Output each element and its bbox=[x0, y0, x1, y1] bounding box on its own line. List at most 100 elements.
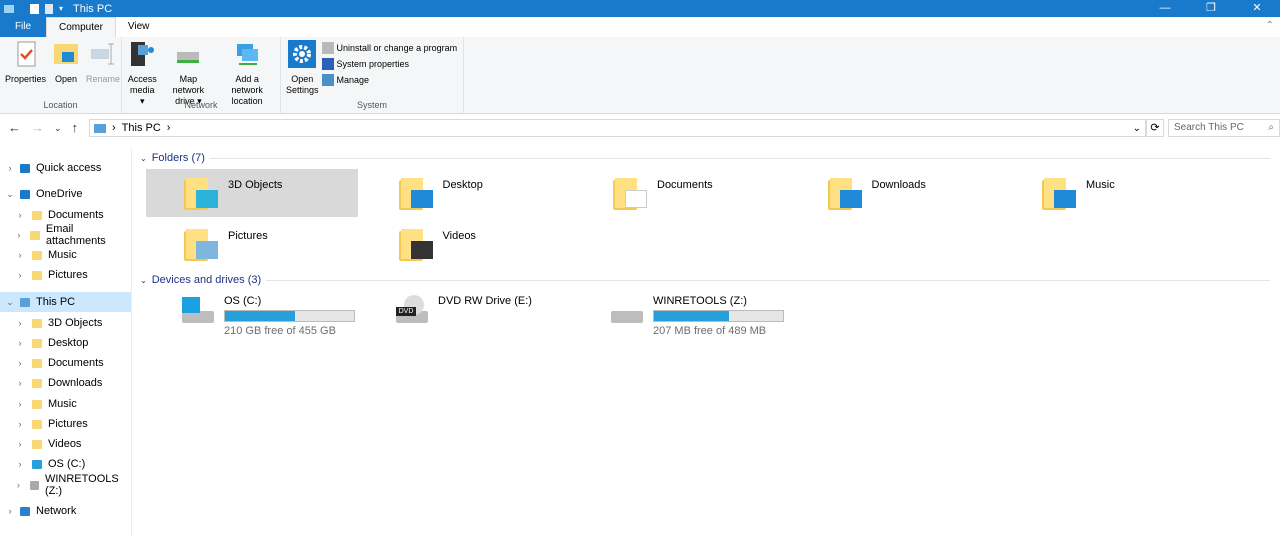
folders-section-header[interactable]: ⌄ Folders (7) bbox=[140, 152, 1270, 164]
sidebar-item[interactable]: › Network bbox=[0, 501, 131, 521]
drive-tile[interactable]: OS (C:) 210 GB free of 455 GB bbox=[180, 295, 355, 341]
folder-tile[interactable]: Pictures bbox=[146, 220, 358, 268]
chevron-down-icon[interactable]: ⌄ bbox=[4, 297, 16, 308]
chevron-right-icon[interactable]: › bbox=[14, 250, 26, 260]
folder-tile[interactable]: Videos bbox=[361, 220, 573, 268]
sidebar-item[interactable]: › Documents bbox=[0, 353, 131, 373]
sidebar-item[interactable]: › 3D Objects bbox=[0, 313, 131, 333]
address-input[interactable]: › This PC › ⌄ bbox=[89, 119, 1146, 137]
drives-section-header[interactable]: ⌄ Devices and drives (3) bbox=[140, 274, 1270, 286]
minimize-button[interactable]: — bbox=[1142, 0, 1188, 17]
folder-tile[interactable]: Desktop bbox=[361, 169, 573, 217]
chevron-right-icon[interactable]: › bbox=[14, 318, 26, 328]
uninstall-program-button[interactable]: Uninstall or change a program bbox=[321, 42, 457, 54]
drive-tile[interactable]: DVD DVD RW Drive (E:) bbox=[394, 295, 532, 341]
sidebar-item[interactable]: › Documents bbox=[0, 205, 131, 225]
chevron-right-icon[interactable]: › bbox=[13, 480, 24, 490]
up-arrow-icon[interactable]: ↑ bbox=[72, 120, 79, 136]
sidebar-item-label: Quick access bbox=[36, 162, 102, 174]
maximize-button[interactable]: ❐ bbox=[1188, 0, 1234, 17]
forward-arrow-icon[interactable]: → bbox=[31, 120, 44, 136]
system-properties-button[interactable]: System properties bbox=[321, 58, 458, 70]
tab-computer[interactable]: Computer bbox=[46, 17, 116, 37]
location-icon bbox=[20, 297, 30, 307]
network-group: Access media ▾ Map network drive ▾ Add a n… bbox=[122, 37, 281, 113]
breadcrumb-separator[interactable]: › bbox=[112, 122, 116, 134]
chevron-down-icon[interactable]: ⌄ bbox=[4, 189, 16, 200]
sidebar-item[interactable]: › Music bbox=[0, 245, 131, 265]
drive-name: WINRETOOLS (Z:) bbox=[653, 295, 747, 307]
chevron-right-icon[interactable]: › bbox=[13, 230, 24, 240]
chevron-right-icon[interactable]: › bbox=[14, 419, 26, 429]
back-arrow-icon[interactable]: ← bbox=[8, 120, 21, 136]
address-dropdown-icon[interactable]: ⌄ bbox=[1133, 123, 1141, 134]
sidebar-item[interactable]: › WINRETOOLS (Z:) bbox=[0, 473, 131, 497]
new-folder-quick-icon[interactable] bbox=[45, 3, 53, 14]
sidebar-item[interactable]: ⌄ OneDrive bbox=[0, 184, 131, 204]
sidebar-item[interactable]: › OS (C:) bbox=[0, 454, 131, 474]
recent-locations-icon[interactable]: ⌄ bbox=[54, 120, 62, 136]
location-icon bbox=[20, 163, 30, 173]
customize-quick-access-icon[interactable]: ▾ bbox=[59, 4, 63, 13]
folder-icon bbox=[184, 227, 220, 261]
chevron-right-icon[interactable]: › bbox=[14, 338, 26, 348]
folder-tile[interactable]: Downloads bbox=[790, 169, 1002, 217]
folder-icon bbox=[32, 459, 42, 469]
drive-tile[interactable]: WINRETOOLS (Z:) 207 MB free of 489 MB bbox=[609, 295, 784, 341]
sidebar-item[interactable]: › Pictures bbox=[0, 265, 131, 285]
manage-icon bbox=[321, 74, 334, 86]
sidebar-item[interactable]: › Email attachments bbox=[0, 223, 131, 247]
address-bar-row: ← → ⌄ ↑ › This PC › ⌄ ⟳ Search This PC ⌕ bbox=[0, 114, 1280, 142]
breadcrumb-this-pc[interactable]: This PC bbox=[122, 122, 161, 134]
location-icon bbox=[20, 189, 30, 199]
sidebar-item-label: This PC bbox=[36, 296, 76, 308]
chevron-right-icon[interactable]: › bbox=[14, 459, 26, 469]
dvd-drive-icon: DVD bbox=[394, 295, 430, 327]
manage-button[interactable]: Manage bbox=[321, 74, 458, 86]
chevron-right-icon[interactable]: › bbox=[14, 399, 26, 409]
chevron-right-icon[interactable]: › bbox=[14, 378, 26, 388]
folder-icon bbox=[32, 399, 42, 409]
sidebar-item-label: Music bbox=[48, 249, 77, 261]
folder-icon bbox=[32, 378, 42, 388]
folder-icon bbox=[32, 338, 42, 348]
sidebar-item[interactable]: › Downloads bbox=[0, 373, 131, 393]
properties-quick-icon[interactable] bbox=[30, 3, 39, 14]
breadcrumb-separator[interactable]: › bbox=[167, 122, 171, 134]
tab-file[interactable]: File bbox=[0, 17, 46, 37]
folder-tile[interactable]: Music bbox=[1004, 169, 1216, 217]
folder-tile[interactable]: Documents bbox=[575, 169, 787, 217]
sidebar-item-label: 3D Objects bbox=[48, 317, 103, 329]
chevron-right-icon[interactable]: › bbox=[14, 210, 26, 220]
this-pc-icon bbox=[94, 123, 106, 133]
folder-icon bbox=[613, 176, 649, 210]
refresh-button[interactable]: ⟳ bbox=[1146, 119, 1164, 137]
chevron-right-icon[interactable]: › bbox=[14, 439, 26, 449]
ribbon: Properties Open Rename Location Access me… bbox=[0, 37, 1280, 114]
navigation-pane: › Quick access ⌄ OneDrive › Documents › Email a… bbox=[0, 148, 132, 536]
title-bar: ▾ This PC — ❐ ✕ bbox=[0, 0, 1280, 17]
folder-tile[interactable]: 3D Objects bbox=[146, 169, 358, 217]
folder-icon bbox=[32, 318, 42, 328]
search-input[interactable]: Search This PC ⌕ bbox=[1168, 119, 1280, 137]
drive-free-space: 207 MB free of 489 MB bbox=[653, 325, 767, 337]
open-folder-icon bbox=[54, 44, 79, 64]
chevron-right-icon[interactable]: › bbox=[4, 163, 16, 173]
chevron-right-icon[interactable]: › bbox=[4, 506, 16, 516]
help-icon[interactable]: ⌃ bbox=[1266, 20, 1274, 31]
sidebar-item[interactable]: › Quick access bbox=[0, 158, 131, 178]
tab-view[interactable]: View bbox=[116, 17, 162, 37]
sidebar-item[interactable]: › Videos bbox=[0, 434, 131, 454]
sidebar-item-label: OS (C:) bbox=[48, 458, 86, 470]
chevron-right-icon[interactable]: › bbox=[14, 358, 26, 368]
sidebar-item[interactable]: ⌄ This PC bbox=[0, 292, 131, 312]
sidebar-item[interactable]: › Desktop bbox=[0, 333, 131, 353]
drive-usage-bar bbox=[653, 310, 784, 322]
chevron-right-icon[interactable]: › bbox=[14, 270, 26, 280]
close-button[interactable]: ✕ bbox=[1234, 0, 1280, 17]
sidebar-item[interactable]: › Music bbox=[0, 394, 131, 414]
sidebar-item[interactable]: › Pictures bbox=[0, 414, 131, 434]
folder-icon bbox=[32, 270, 42, 280]
drive-free-space: 210 GB free of 455 GB bbox=[224, 325, 336, 337]
drive-name: OS (C:) bbox=[224, 295, 262, 307]
